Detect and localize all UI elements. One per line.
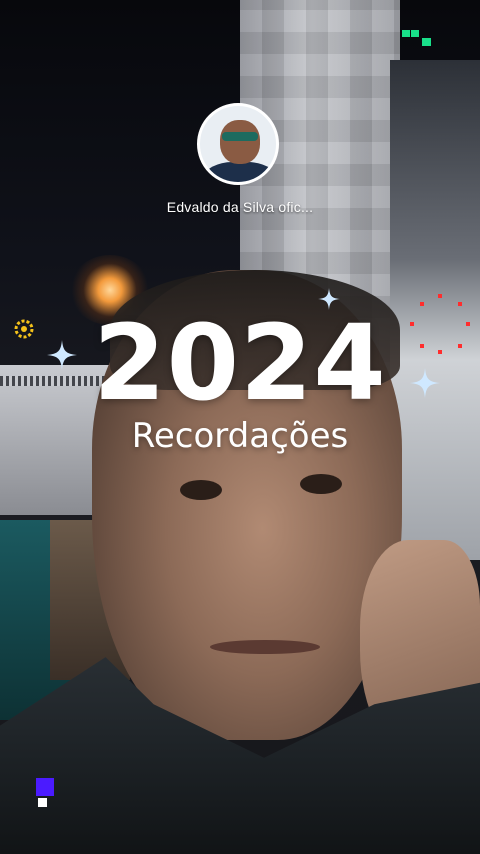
pixel-decoration-icon <box>36 778 54 807</box>
profile-avatar[interactable] <box>197 103 279 185</box>
story-viewer[interactable]: Edvaldo da Silva ofic... 2024 Recordaçõe… <box>0 0 480 854</box>
account-name[interactable]: Edvaldo da Silva ofic... <box>140 199 340 215</box>
pixel-decoration-icon <box>402 30 431 46</box>
headline-year: 2024 <box>93 302 387 424</box>
headline-subtitle: Recordações <box>131 416 349 456</box>
person-eye-right <box>300 474 342 494</box>
avatar-shirt <box>204 162 276 182</box>
avatar-sunglasses <box>222 132 258 141</box>
person-mouth <box>210 640 320 654</box>
person-eye-left <box>180 480 222 500</box>
avatar-face <box>220 120 260 164</box>
